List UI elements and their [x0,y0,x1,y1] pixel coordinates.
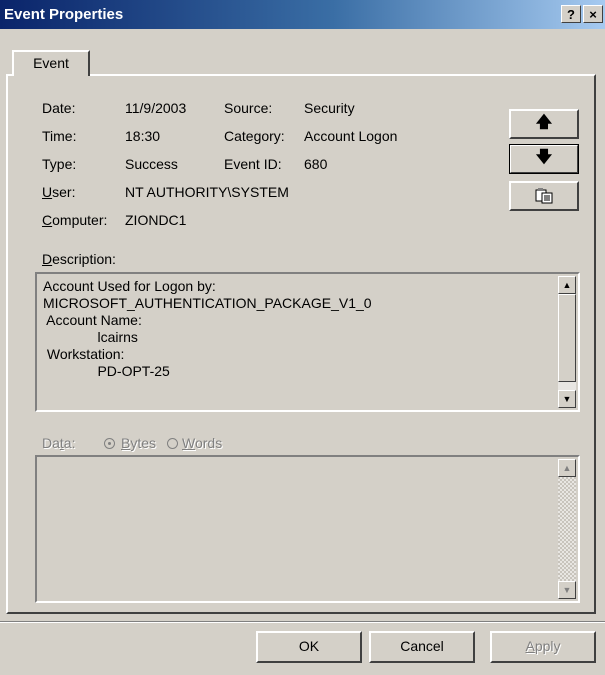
window-title: Event Properties [4,6,124,23]
data-label: Data: [42,435,76,451]
words-radio[interactable] [167,438,178,449]
computer-value: ZIONDC1 [125,212,187,228]
bytes-radio[interactable] [104,438,115,449]
apply-button[interactable]: Apply [490,631,596,663]
scroll-up-arrow-icon[interactable]: ▲ [558,276,576,294]
description-label: Description: [42,251,116,267]
copy-button[interactable] [509,181,579,211]
copy-icon [535,188,553,204]
scroll-down-arrow-icon[interactable]: ▼ [558,390,576,408]
separator [0,621,605,623]
time-value: 18:30 [125,128,161,144]
bytes-radio-label: Bytes [121,435,157,451]
data-scroll-up-arrow-icon[interactable]: ▲ [558,459,576,477]
title-bar: Event Properties ? × [0,0,605,29]
tab-event-label: Event [33,55,69,71]
category-value: Account Logon [304,128,398,144]
eventid-value: 680 [304,156,328,172]
previous-event-button[interactable]: 🡅 [509,109,579,139]
help-button[interactable]: ? [561,5,581,23]
source-label: Source: [224,100,273,116]
data-scroll-down-arrow-icon[interactable]: ▼ [558,581,576,599]
source-value: Security [304,100,355,116]
time-label: Time: [42,128,77,144]
user-label: User: [42,184,76,200]
data-box[interactable]: ▲ ▼ [35,455,580,603]
date-value: 11/9/2003 [125,100,187,116]
ok-button[interactable]: OK [256,631,362,663]
close-button[interactable]: × [583,5,603,23]
words-radio-label: Words [182,435,223,451]
scroll-thumb[interactable] [558,294,576,382]
tab-event[interactable]: Event [12,50,90,76]
next-event-button[interactable]: 🡇 [509,144,579,174]
computer-label: Computer: [42,212,108,228]
arrow-up-icon: 🡅 [535,114,553,131]
arrow-down-icon: 🡇 [535,149,553,166]
type-label: Type: [42,156,77,172]
cancel-button[interactable]: Cancel [369,631,475,663]
data-scrollbar[interactable]: ▲ ▼ [558,459,576,599]
description-text: Account Used for Logon by: MICROSOFT_AUT… [43,278,372,379]
date-label: Date: [42,100,76,116]
category-label: Category: [224,128,285,144]
description-box[interactable]: Account Used for Logon by: MICROSOFT_AUT… [35,272,580,412]
type-value: Success [125,156,178,172]
event-tab-panel: Date: 11/9/2003 Source: Security Time: 1… [6,74,596,614]
user-value: NT AUTHORITY\SYSTEM [125,184,289,200]
description-scrollbar[interactable]: ▲ ▼ [558,276,576,408]
eventid-label: Event ID: [224,156,282,172]
